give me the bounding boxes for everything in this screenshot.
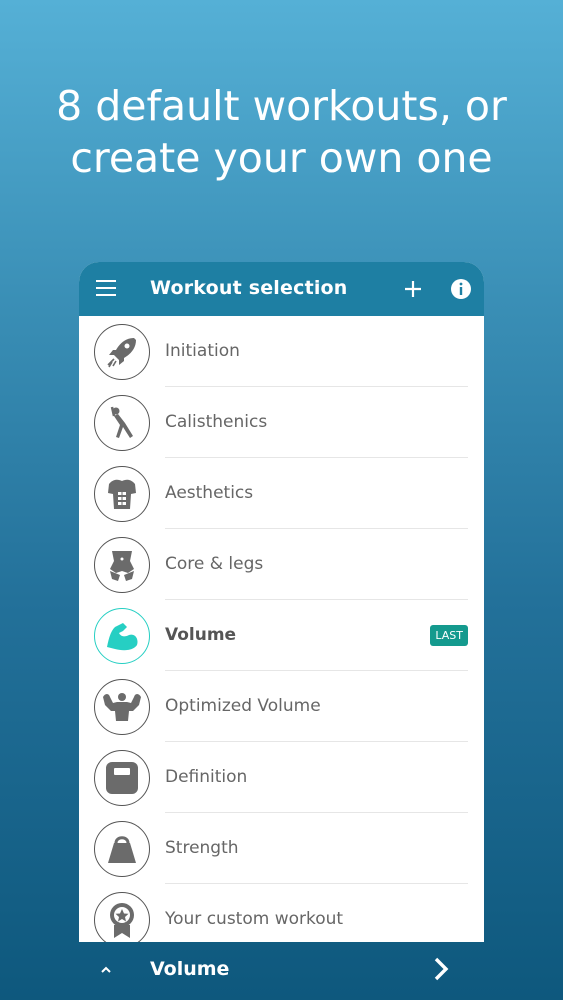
workout-item-optimized-volume[interactable]: Optimized Volume: [79, 671, 484, 742]
rocket-icon: [94, 324, 150, 380]
workout-item-volume[interactable]: Volume LAST: [79, 600, 484, 671]
medal-icon: [94, 892, 150, 942]
bodybuilder-icon: [94, 679, 150, 735]
workout-label: Strength: [165, 838, 239, 858]
core-icon: [94, 537, 150, 593]
add-icon[interactable]: [402, 278, 424, 300]
workout-item-calisthenics[interactable]: Calisthenics: [79, 387, 484, 458]
selected-workout-label: Volume: [150, 958, 230, 980]
headline: 8 default workouts, or create your own o…: [0, 80, 563, 184]
workout-item-core-legs[interactable]: Core & legs: [79, 529, 484, 600]
app-bar: Workout selection: [79, 262, 484, 316]
workout-label: Aesthetics: [165, 483, 254, 503]
bicep-icon: [94, 608, 150, 664]
app-window: Workout selection Initiation Calisthenic…: [79, 262, 484, 942]
app-bar-title: Workout selection: [150, 277, 348, 299]
workout-label: Core & legs: [165, 554, 264, 574]
workout-label: Calisthenics: [165, 412, 268, 432]
workout-label: Optimized Volume: [165, 696, 321, 716]
last-badge: LAST: [430, 625, 468, 646]
kettlebell-icon: [94, 821, 150, 877]
headline-line-2: create your own one: [70, 134, 493, 182]
menu-icon[interactable]: [96, 280, 116, 298]
workout-label: Definition: [165, 767, 248, 787]
scale-icon: [94, 750, 150, 806]
headline-line-1: 8 default workouts, or: [56, 82, 507, 130]
workout-item-custom[interactable]: Your custom workout: [79, 884, 484, 942]
workout-list: Initiation Calisthenics Aesthetics Core …: [79, 316, 484, 942]
workout-item-initiation[interactable]: Initiation: [79, 316, 484, 387]
torso-icon: [94, 466, 150, 522]
workout-label: Initiation: [165, 341, 240, 361]
chevron-right-icon[interactable]: [428, 955, 454, 983]
info-icon[interactable]: [450, 278, 472, 300]
chevron-up-icon[interactable]: [98, 962, 114, 978]
workout-item-aesthetics[interactable]: Aesthetics: [79, 458, 484, 529]
bottom-bar: [0, 941, 563, 1000]
workout-label: Volume: [165, 625, 237, 645]
workout-label: Your custom workout: [165, 909, 344, 929]
stretch-icon: [94, 395, 150, 451]
workout-item-strength[interactable]: Strength: [79, 813, 484, 884]
workout-item-definition[interactable]: Definition: [79, 742, 484, 813]
